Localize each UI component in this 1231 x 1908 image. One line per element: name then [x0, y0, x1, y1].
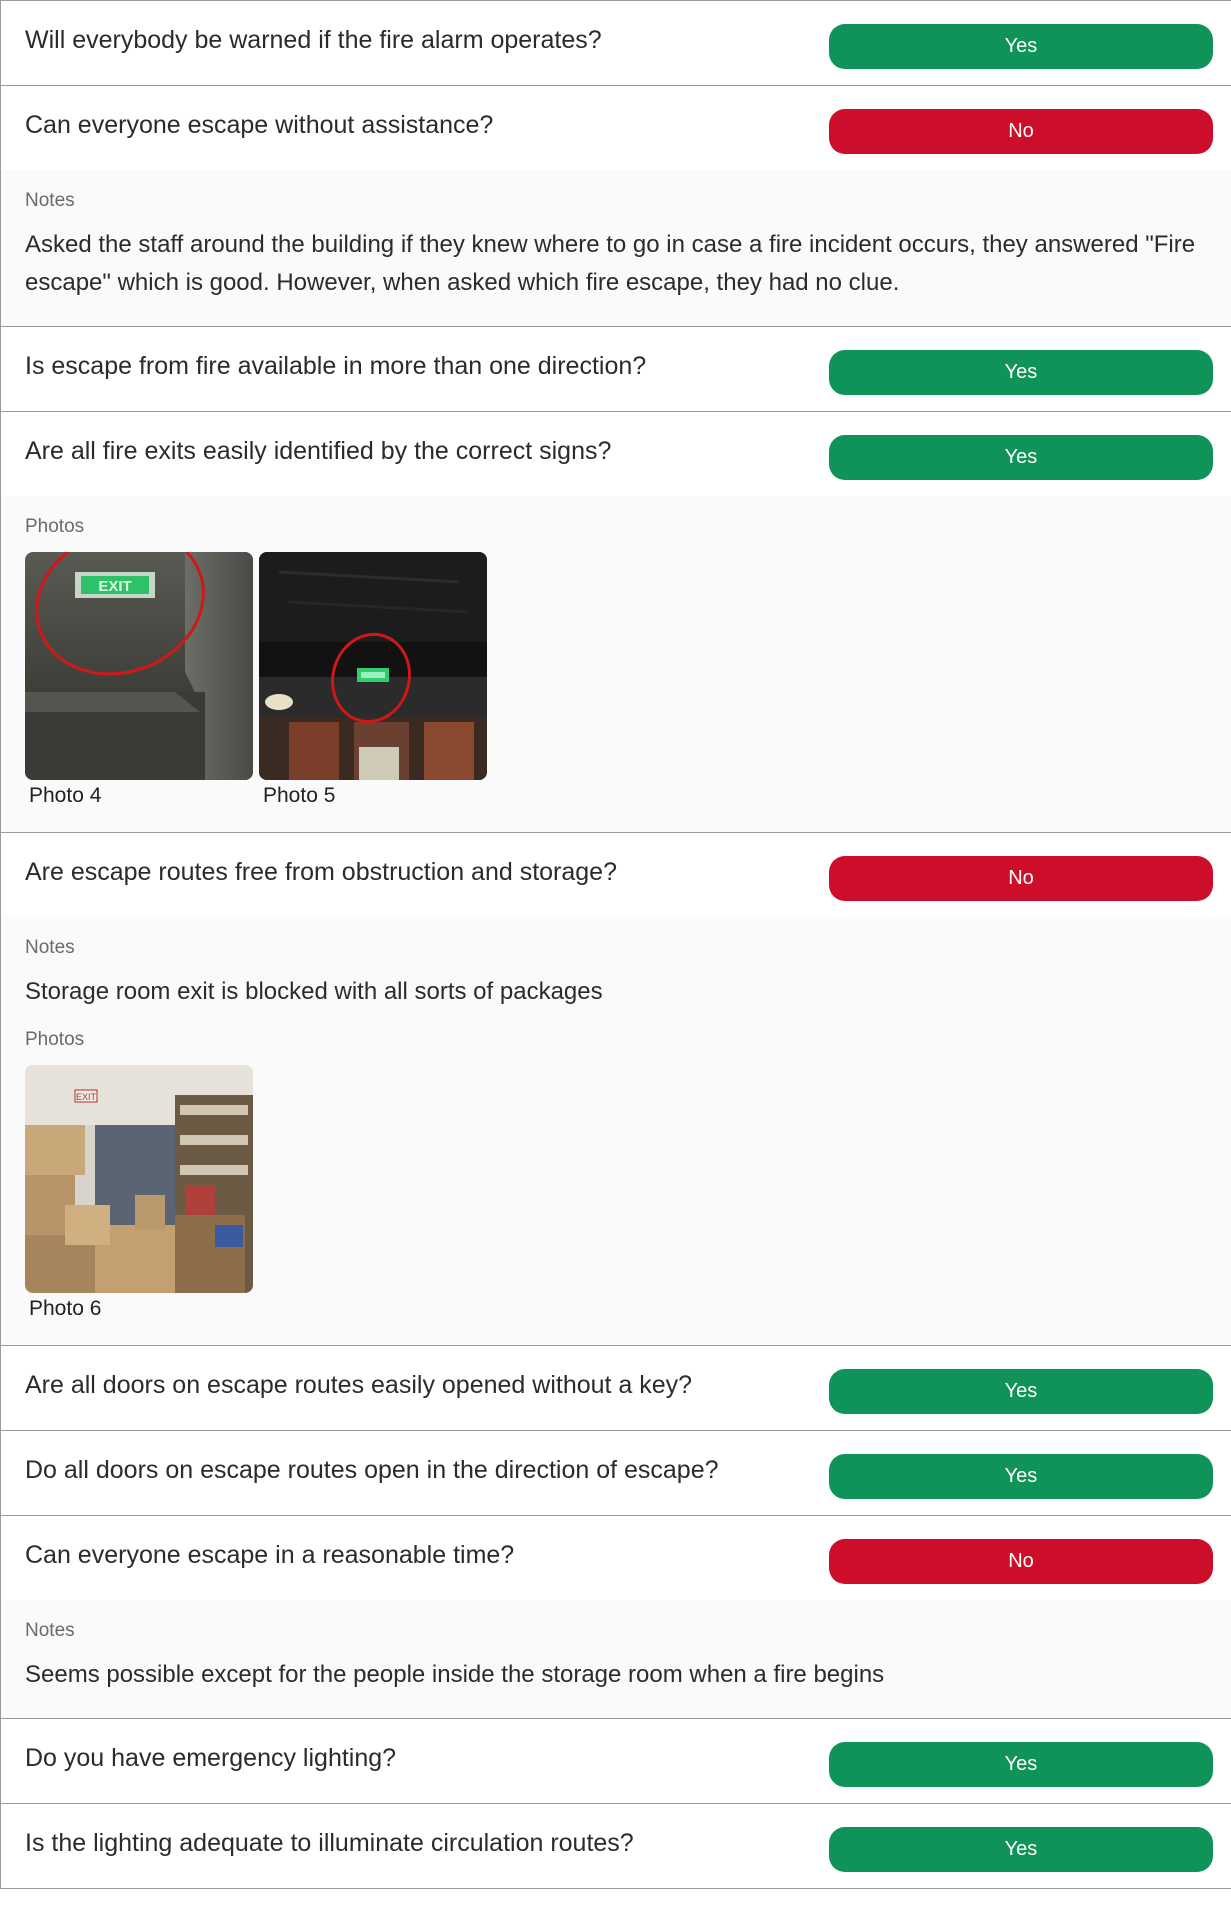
- item-details: Notes Storage room exit is blocked with …: [1, 917, 1231, 1345]
- question-row: Can everyone escape in a reasonable time…: [1, 1516, 1231, 1600]
- answer-no-button[interactable]: No: [829, 855, 1213, 901]
- checklist-item: Are all fire exits easily identified by …: [1, 412, 1231, 833]
- photo-image-exit-sign[interactable]: EXIT: [25, 552, 253, 780]
- photo-gallery: EXIT Photo 6: [25, 1065, 1207, 1321]
- question-text: Will everybody be warned if the fire ala…: [25, 25, 602, 54]
- checklist-item: Can everyone escape in a reasonable time…: [1, 1516, 1231, 1719]
- photo-thumbnail[interactable]: EXIT Photo 6: [25, 1065, 253, 1321]
- notes-label: Notes: [25, 190, 75, 211]
- notes-label: Notes: [25, 937, 75, 958]
- checklist-item: Are all doors on escape routes easily op…: [1, 1346, 1231, 1431]
- answer-no-button[interactable]: No: [829, 108, 1213, 154]
- checklist-item: Do you have emergency lighting? Yes: [1, 1719, 1231, 1804]
- question-row: Are all doors on escape routes easily op…: [1, 1346, 1231, 1430]
- question-text: Are all doors on escape routes easily op…: [25, 1370, 693, 1399]
- answer-label: No: [1008, 1549, 1034, 1572]
- answer-yes-button[interactable]: Yes: [829, 349, 1213, 395]
- answer-yes-button[interactable]: Yes: [829, 1453, 1213, 1499]
- answer-no-button[interactable]: No: [829, 1538, 1213, 1584]
- question-text: Is escape from fire available in more th…: [25, 351, 647, 380]
- checklist-item: Are escape routes free from obstruction …: [1, 833, 1231, 1346]
- answer-label: Yes: [1004, 34, 1038, 57]
- photo-caption: Photo 6: [29, 1297, 102, 1320]
- answer-label: Yes: [1004, 1464, 1038, 1487]
- answer-yes-button[interactable]: Yes: [829, 434, 1213, 480]
- question-row: Can everyone escape without assistance? …: [1, 86, 1231, 170]
- photo-thumbnail[interactable]: Photo 5: [259, 552, 487, 808]
- question-row: Will everybody be warned if the fire ala…: [1, 1, 1231, 85]
- checklist-item: Is escape from fire available in more th…: [1, 327, 1231, 412]
- photo-thumbnail[interactable]: EXIT Photo 4: [25, 552, 253, 808]
- question-text: Is the lighting adequate to illuminate c…: [25, 1828, 634, 1857]
- answer-label: Yes: [1004, 1752, 1038, 1775]
- photos-label: Photos: [25, 516, 85, 537]
- checklist-item: Can everyone escape without assistance? …: [1, 86, 1231, 327]
- answer-label: Yes: [1004, 360, 1038, 383]
- photo-image-ceiling-exit[interactable]: [259, 552, 487, 780]
- answer-label: Yes: [1004, 445, 1038, 468]
- answer-yes-button[interactable]: Yes: [829, 1826, 1213, 1872]
- photo-image-blocked-storage[interactable]: EXIT: [25, 1065, 253, 1293]
- checklist-item: Is the lighting adequate to illuminate c…: [1, 1804, 1231, 1889]
- checklist-item: Do all doors on escape routes open in th…: [1, 1431, 1231, 1516]
- question-text: Can everyone escape without assistance?: [25, 110, 494, 139]
- question-row: Are all fire exits easily identified by …: [1, 412, 1231, 496]
- answer-yes-button[interactable]: Yes: [829, 23, 1213, 69]
- question-text: Can everyone escape in a reasonable time…: [25, 1540, 515, 1569]
- answer-label: No: [1008, 119, 1034, 142]
- answer-yes-button[interactable]: Yes: [829, 1368, 1213, 1414]
- question-row: Is escape from fire available in more th…: [1, 327, 1231, 411]
- question-row: Is the lighting adequate to illuminate c…: [1, 1804, 1231, 1888]
- question-row: Do you have emergency lighting? Yes: [1, 1719, 1231, 1803]
- item-details: Notes Seems possible except for the peop…: [1, 1600, 1231, 1718]
- exit-sign-text: EXIT: [98, 578, 131, 595]
- inspection-checklist: Will everybody be warned if the fire ala…: [0, 0, 1231, 1889]
- answer-label: Yes: [1004, 1837, 1038, 1860]
- question-row: Are escape routes free from obstruction …: [1, 833, 1231, 917]
- question-text: Are escape routes free from obstruction …: [25, 857, 617, 886]
- question-text: Are all fire exits easily identified by …: [25, 436, 612, 465]
- exit-sign-text: EXIT: [76, 1092, 97, 1102]
- photo-caption: Photo 5: [263, 784, 336, 807]
- item-details: Photos EXIT Photo 4 Photo 5: [1, 496, 1231, 832]
- question-row: Do all doors on escape routes open in th…: [1, 1431, 1231, 1515]
- item-details: Notes Asked the staff around the buildin…: [1, 170, 1231, 326]
- notes-label: Notes: [25, 1620, 75, 1641]
- checklist-item: Will everybody be warned if the fire ala…: [1, 1, 1231, 86]
- photo-gallery: EXIT Photo 4 Photo 5: [25, 552, 1207, 808]
- answer-label: No: [1008, 866, 1034, 889]
- photo-caption: Photo 4: [29, 784, 102, 807]
- answer-label: Yes: [1004, 1379, 1038, 1402]
- photos-label: Photos: [25, 1029, 85, 1050]
- notes-text: Seems possible except for the people ins…: [25, 1661, 885, 1688]
- question-text: Do you have emergency lighting?: [25, 1743, 397, 1772]
- question-text: Do all doors on escape routes open in th…: [25, 1455, 719, 1484]
- notes-text: Asked the staff around the building if t…: [25, 231, 1196, 296]
- notes-text: Storage room exit is blocked with all so…: [25, 978, 603, 1005]
- answer-yes-button[interactable]: Yes: [829, 1741, 1213, 1787]
